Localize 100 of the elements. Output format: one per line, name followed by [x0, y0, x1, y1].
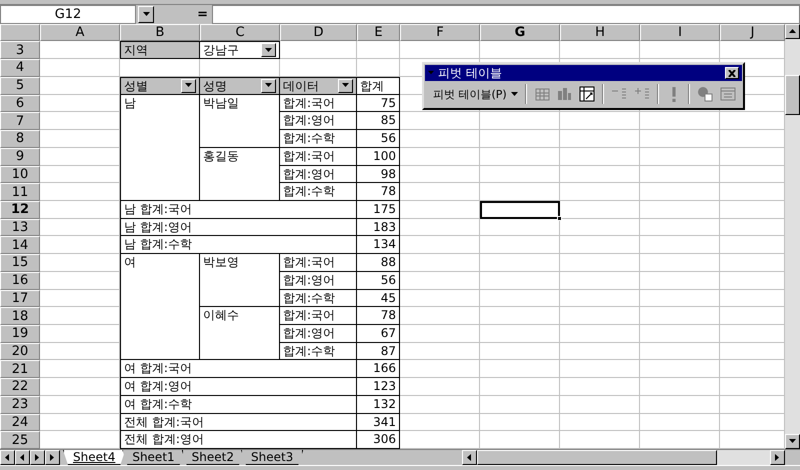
subtotal-cell: 여 합계:영어	[120, 378, 357, 396]
row-header[interactable]: 4	[0, 59, 40, 77]
fill-handle[interactable]	[557, 216, 562, 221]
row-header[interactable]: 7	[0, 112, 40, 130]
subtotal-cell: 남 합계:수학	[120, 236, 357, 254]
row-header[interactable]: 11	[0, 183, 40, 201]
row-header[interactable]: 15	[0, 254, 40, 272]
page-field-dropdown[interactable]: 강남구	[200, 41, 280, 59]
column-header[interactable]: G	[480, 24, 560, 41]
row-header[interactable]: 9	[0, 148, 40, 166]
scroll-left-icon	[466, 454, 473, 461]
group-cell: 여	[120, 254, 200, 360]
row-header[interactable]: 17	[0, 290, 40, 308]
field-button[interactable]: 데이터	[280, 76, 357, 95]
grand-total-cell: 전체 합계:영어	[120, 431, 357, 449]
value-cell: 67	[357, 324, 400, 343]
row-header[interactable]: 22	[0, 378, 40, 396]
select-all-corner[interactable]	[0, 24, 40, 41]
row-header[interactable]: 13	[0, 218, 40, 236]
dropdown-arrow-icon	[142, 11, 150, 18]
row-header[interactable]: 24	[0, 414, 40, 432]
scroll-down-button[interactable]	[785, 434, 800, 449]
row-header[interactable]: 20	[0, 342, 40, 360]
row-header[interactable]: 5	[0, 76, 40, 95]
table-cell: 합계:국어	[280, 94, 357, 112]
row-header[interactable]: 25	[0, 431, 40, 449]
value-cell: 75	[357, 94, 400, 112]
name-box-dropdown[interactable]	[138, 6, 154, 23]
table-cell: 합계:수학	[280, 290, 357, 308]
sheet-tab[interactable]: Sheet4	[63, 450, 126, 465]
close-button[interactable]	[725, 67, 739, 79]
last-sheet-icon	[49, 454, 56, 461]
value-cell: 98	[357, 166, 400, 184]
next-sheet-icon	[34, 454, 41, 461]
table-cell: 합계:영어	[280, 112, 357, 130]
value-cell: 85	[357, 112, 400, 130]
active-cell[interactable]	[480, 200, 560, 219]
table-cell: 합계:영어	[280, 272, 357, 290]
column-header[interactable]: H	[560, 24, 640, 41]
name-cell: 홍길동	[200, 148, 280, 201]
pivot-table-menu[interactable]: 피벗 테이블(P)	[429, 83, 520, 105]
row-header[interactable]: 6	[0, 94, 40, 112]
column-header[interactable]: E	[357, 24, 400, 41]
last-sheet-button[interactable]	[45, 450, 60, 465]
table-cell: 합계:국어	[280, 254, 357, 272]
scroll-thumb[interactable]	[785, 75, 800, 115]
row-header[interactable]: 12	[0, 200, 40, 219]
value-cell: 87	[357, 342, 400, 360]
row-header[interactable]: 3	[0, 41, 40, 59]
column-header[interactable]: F	[400, 24, 480, 41]
first-sheet-button[interactable]	[0, 450, 15, 465]
horizontal-scrollbar[interactable]	[462, 450, 785, 465]
value-cell: 183	[357, 218, 400, 236]
column-header[interactable]: A	[40, 24, 120, 41]
scroll-up-button[interactable]	[785, 24, 800, 39]
row-header[interactable]: 10	[0, 166, 40, 184]
scroll-left-button[interactable]	[462, 450, 477, 465]
name-cell: 이혜수	[200, 307, 280, 360]
column-header[interactable]: C	[200, 24, 280, 41]
column-header[interactable]: J	[720, 24, 785, 41]
toolbar-title-bar[interactable]: 피벗 테이블	[425, 65, 742, 81]
table-cell: 합계:수학	[280, 183, 357, 201]
row-header[interactable]: 8	[0, 130, 40, 148]
table-cell: 합계:영어	[280, 324, 357, 343]
grand-total-cell: 전체 합계:국어	[120, 414, 357, 432]
column-header[interactable]: D	[280, 24, 357, 41]
scroll-up-icon	[789, 28, 796, 35]
value-cell: 100	[357, 148, 400, 166]
dropdown-arrow-icon	[510, 90, 518, 98]
header-cell: 합계	[357, 76, 400, 95]
next-sheet-button[interactable]	[30, 450, 45, 465]
name-cell: 박남일	[200, 94, 280, 148]
row-header[interactable]: 19	[0, 324, 40, 343]
scroll-thumb[interactable]	[477, 450, 717, 465]
value-cell: 306	[357, 431, 400, 449]
previous-sheet-button[interactable]	[15, 450, 30, 465]
name-box[interactable]: G12	[0, 5, 136, 24]
name-cell: 박보영	[200, 254, 280, 308]
value-cell: 56	[357, 272, 400, 290]
value-cell: 175	[357, 200, 400, 219]
row-header[interactable]: 23	[0, 396, 40, 414]
table-cell: 합계:국어	[280, 307, 357, 325]
table-cell: 합계:수학	[280, 130, 357, 148]
previous-sheet-icon	[19, 454, 26, 461]
vertical-scrollbar[interactable]	[785, 24, 800, 449]
row-header[interactable]: 16	[0, 272, 40, 290]
page-field-label: 지역	[120, 41, 200, 59]
sheet-tab[interactable]: Sheet3	[240, 450, 304, 465]
row-header[interactable]: 21	[0, 360, 40, 378]
value-cell: 88	[357, 254, 400, 272]
table-cell: 합계:국어	[280, 148, 357, 166]
group-cell: 남	[120, 94, 200, 201]
row-header[interactable]: 14	[0, 236, 40, 254]
scroll-right-button[interactable]	[770, 450, 785, 465]
field-button[interactable]: 성별	[120, 76, 200, 95]
field-button[interactable]: 성명	[200, 76, 280, 95]
column-header[interactable]: B	[120, 24, 200, 41]
row-header[interactable]: 18	[0, 307, 40, 325]
formula-field[interactable]	[212, 5, 800, 24]
column-header[interactable]: I	[640, 24, 720, 41]
